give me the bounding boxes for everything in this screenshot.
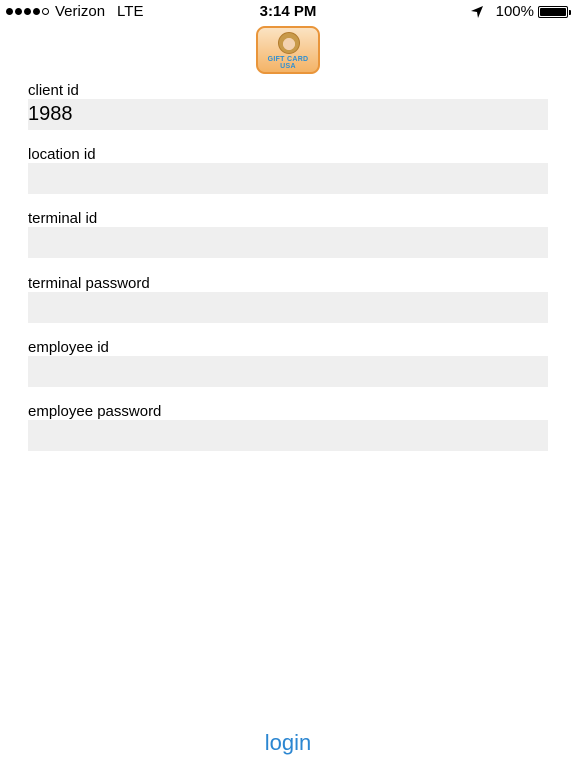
- terminal-id-label: terminal id: [28, 210, 98, 227]
- login-button[interactable]: login: [0, 730, 576, 756]
- employee-password-field[interactable]: [28, 420, 548, 451]
- client-id-label: client id: [28, 82, 79, 99]
- terminal-password-field[interactable]: [28, 292, 548, 323]
- location-id-field[interactable]: [28, 163, 548, 194]
- logo-face-icon: [278, 32, 300, 54]
- employee-id-field[interactable]: [28, 356, 548, 387]
- battery-percent: 100%: [495, 3, 534, 20]
- employee-password-label: employee password: [28, 403, 162, 420]
- location-id-label: location id: [28, 146, 96, 163]
- location-arrow-icon: [470, 5, 483, 18]
- terminal-id-field[interactable]: [28, 227, 548, 258]
- logo-text-line1: GIFT CARD: [267, 56, 309, 63]
- battery-icon: [538, 5, 571, 18]
- logo-text-line2: USA: [280, 63, 296, 70]
- client-id-field[interactable]: [28, 99, 548, 130]
- terminal-password-label: terminal password: [28, 275, 150, 292]
- status-bar: Verizon LTE 3:14 PM 100%: [0, 0, 576, 22]
- login-screen: Verizon LTE 3:14 PM 100% GIFT CARD USA c…: [0, 0, 576, 768]
- employee-id-label: employee id: [28, 339, 109, 356]
- gift-card-usa-logo: GIFT CARD USA: [256, 26, 320, 74]
- status-right: 100%: [470, 3, 571, 20]
